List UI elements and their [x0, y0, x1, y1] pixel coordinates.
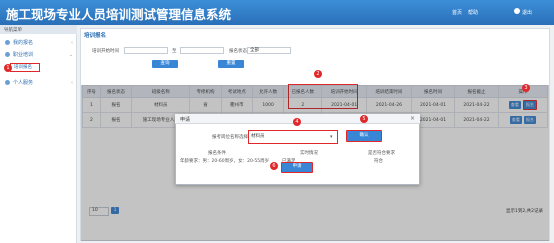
- sidebar-item-my-signup[interactable]: 我的报名 ‹: [4, 38, 76, 48]
- sidebar-item-training[interactable]: 职业培训 ⌄: [4, 50, 76, 60]
- reset-button[interactable]: 重置: [218, 60, 244, 68]
- condition-col-header: 报名条件: [208, 151, 226, 156]
- match-col-header: 是否符合要求: [368, 151, 395, 156]
- panel-title: 培训报名: [84, 33, 107, 39]
- chevron-down-icon: ▾: [330, 134, 333, 140]
- position-select[interactable]: 材料员: [248, 130, 338, 144]
- help-link[interactable]: 帮助: [468, 9, 478, 16]
- chevron-icon: ‹: [71, 40, 73, 46]
- logout-icon[interactable]: [514, 8, 520, 14]
- end-date-input[interactable]: [180, 47, 224, 54]
- position-label: 报考岗位名称选择: [212, 135, 248, 140]
- logout-link[interactable]: 退出: [522, 9, 532, 16]
- actual-col-header: 实时情况: [300, 151, 318, 156]
- menu-icon: [5, 40, 10, 45]
- to-label: 至: [172, 49, 177, 54]
- chevron-icon: ‹: [71, 80, 73, 86]
- sidebar-item-label: 个人服务: [13, 80, 34, 86]
- match-text: 符合: [374, 159, 383, 164]
- status-select[interactable]: 全部: [247, 47, 291, 54]
- callout-badge: 2: [314, 70, 322, 78]
- sidebar-item-personal[interactable]: 个人服务 ‹: [4, 78, 76, 88]
- condition-text: 年龄要求：男：20-60周岁，女：20-55周岁: [180, 159, 270, 164]
- sidebar-heading: 导航菜单: [0, 25, 77, 34]
- callout-badge: 1: [4, 64, 12, 72]
- callout-badge: 3: [522, 84, 530, 92]
- close-icon[interactable]: ×: [410, 115, 415, 122]
- menu-icon: [5, 80, 10, 85]
- menu-icon: [5, 52, 10, 57]
- callout-badge: 4: [293, 118, 301, 126]
- start-date-input[interactable]: [124, 47, 168, 54]
- callout-badge: 6: [270, 162, 278, 170]
- confirm-button[interactable]: 确认: [346, 130, 382, 142]
- status-label: 报名状态: [229, 49, 247, 54]
- sidebar-item-label: 我的报名: [13, 40, 34, 46]
- app-title: 施工现场专业人员培训测试管理信息系统: [6, 7, 232, 22]
- chevron-icon: ⌄: [68, 52, 73, 58]
- start-time-label: 培训开始时间: [92, 49, 119, 54]
- sidebar-item-label: 职业培训: [13, 52, 34, 58]
- submit-application-button[interactable]: 申请: [281, 162, 313, 173]
- callout-badge: 5: [360, 115, 368, 123]
- sidebar-item-training-signup[interactable]: 培训报名: [10, 63, 40, 72]
- query-button[interactable]: 查询: [152, 60, 178, 68]
- home-link[interactable]: 首页: [452, 9, 462, 16]
